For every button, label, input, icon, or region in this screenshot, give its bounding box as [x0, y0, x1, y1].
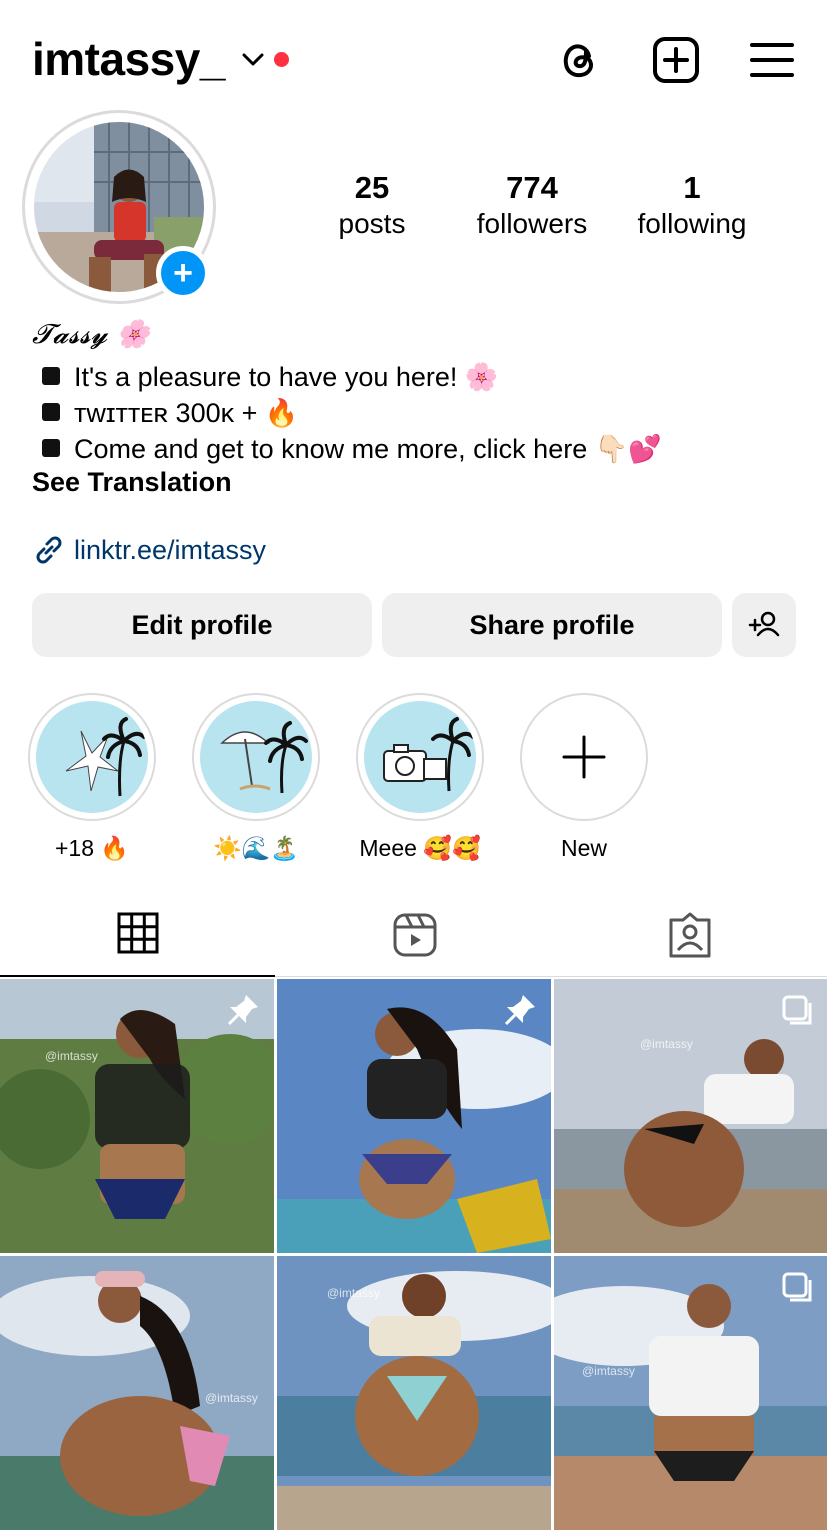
bio-link[interactable]: linktr.ee/imtassy [32, 533, 266, 567]
bio-line-text: Come and get to know me more, click here… [74, 434, 662, 464]
watermark: @imtassy [205, 1391, 258, 1405]
watermark: @imtassy [45, 1049, 98, 1063]
tab-tagged[interactable] [550, 895, 825, 977]
reels-icon [393, 913, 437, 957]
plus-icon: + [173, 254, 193, 292]
post-thumbnail[interactable]: @imtassy [554, 1256, 827, 1530]
bullet-square-icon [42, 439, 60, 457]
stat-following[interactable]: 1 following [612, 170, 772, 240]
discover-people-button[interactable] [732, 593, 796, 657]
notification-dot [274, 52, 289, 67]
highlight-cover [364, 701, 476, 813]
post-thumbnail[interactable]: @imtassy [0, 1256, 274, 1530]
stat-followers-value: 774 [506, 170, 558, 205]
username[interactable]: imtassy_ [32, 32, 225, 86]
pinned-icon [504, 995, 535, 1026]
add-story-button[interactable]: + [156, 246, 210, 300]
pinned-icon [227, 995, 258, 1026]
bio-line: Come and get to know me more, click here… [32, 433, 662, 465]
top-bar: imtassy_ [0, 0, 827, 110]
add-person-icon [748, 611, 780, 637]
tab-reels[interactable] [275, 895, 550, 977]
multiple-photos-icon [782, 995, 812, 1025]
stat-posts-label: posts [338, 208, 406, 239]
new-highlight-ring [520, 693, 648, 821]
highlight-label: New [560, 835, 607, 861]
bio-link-text: linktr.ee/imtassy [74, 535, 267, 565]
bio-line-text: It's a pleasure to have you here! 🌸 [74, 362, 499, 392]
chevron-down-icon[interactable] [241, 48, 265, 70]
stat-posts-value: 25 [354, 170, 390, 205]
post-thumbnail[interactable]: @imtassy [554, 979, 827, 1253]
grid-icon [117, 912, 159, 954]
stat-followers-label: followers [476, 208, 588, 239]
profile-name: 𝓣𝓪𝓼𝓼𝔂 🌸 [32, 319, 150, 350]
tagged-icon [669, 912, 711, 958]
threads-icon[interactable] [556, 36, 604, 84]
highlight[interactable]: Meee 🥰🥰 [355, 693, 485, 862]
highlight-label: Meee 🥰🥰 [359, 835, 481, 861]
plus-icon [562, 735, 606, 779]
post-thumbnail[interactable]: @imtassy [277, 1256, 551, 1530]
watermark: @imtassy [640, 1037, 693, 1051]
camera-palm-icon [383, 717, 475, 792]
highlight-ring [356, 693, 484, 821]
bullet-square-icon [42, 367, 60, 385]
share-profile-button[interactable]: Share profile [382, 593, 722, 657]
multiple-photos-icon [782, 1272, 812, 1302]
highlight-label: +18 🔥 [54, 835, 130, 861]
highlight[interactable]: ☀️🌊🏝️ [191, 693, 321, 862]
highlight-ring [28, 693, 156, 821]
highlight-ring [192, 693, 320, 821]
watermark: @imtassy [327, 1286, 380, 1300]
highlight-cover [36, 701, 148, 813]
starfish-palm-icon [65, 717, 146, 797]
profile-tabs [0, 895, 827, 977]
tab-posts[interactable] [0, 895, 275, 977]
bio-line: It's a pleasure to have you here! 🌸 [32, 361, 499, 393]
link-icon [36, 536, 62, 564]
create-post-icon[interactable] [652, 36, 700, 84]
new-highlight-button[interactable]: New [519, 693, 649, 862]
stat-following-label: following [637, 208, 747, 239]
highlight[interactable]: +18 🔥 [27, 693, 157, 862]
see-translation-link[interactable]: See Translation [32, 467, 232, 498]
menu-icon[interactable] [748, 36, 796, 84]
highlight-cover [200, 701, 312, 813]
watermark: @imtassy [582, 1364, 635, 1378]
bio-line-text: ᴛᴡɪᴛᴛᴇʀ 300ᴋ + 🔥 [74, 398, 299, 428]
post-thumbnail[interactable]: @imtassy [0, 979, 274, 1253]
bullet-square-icon [42, 403, 60, 421]
bio-line: ᴛᴡɪᴛᴛᴇʀ 300ᴋ + 🔥 [32, 397, 299, 429]
edit-profile-button[interactable]: Edit profile [32, 593, 372, 657]
highlight-label: ☀️🌊🏝️ [213, 835, 299, 861]
stat-followers[interactable]: 774 followers [452, 170, 612, 240]
stat-posts[interactable]: 25 posts [292, 170, 452, 240]
stat-following-value: 1 [683, 170, 701, 205]
umbrella-palm-icon [220, 721, 308, 794]
post-thumbnail[interactable] [277, 979, 551, 1253]
